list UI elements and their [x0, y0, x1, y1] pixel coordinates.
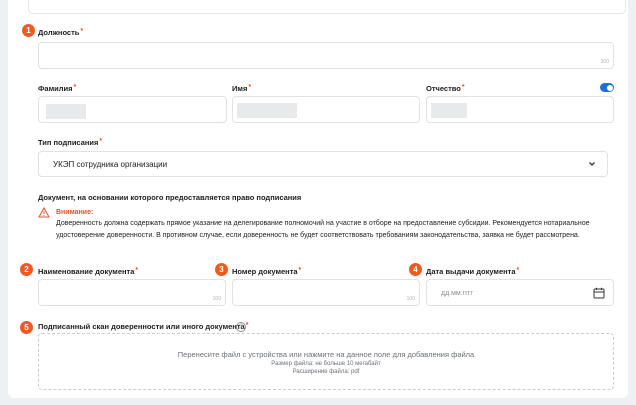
document-number-input[interactable]: 100 [232, 279, 420, 306]
position-label-text: Должность [38, 28, 80, 37]
first-name-input[interactable] [232, 96, 420, 123]
warning-text: Доверенность должна содержать прямое ука… [56, 220, 590, 239]
required-mark: * [248, 84, 252, 91]
required-mark: * [516, 267, 520, 274]
first-name-label: Имя* [232, 84, 251, 93]
step-badge-3: 3 [215, 263, 228, 276]
required-mark: * [73, 84, 77, 91]
required-mark: * [461, 84, 465, 91]
required-mark: * [99, 138, 103, 145]
document-number-char-counter: 100 [406, 296, 415, 302]
patronymic-label-text: Отчество [426, 84, 461, 93]
position-char-counter: 300 [600, 59, 609, 65]
masked-value [431, 103, 467, 118]
issue-date-label-text: Дата выдачи документа [426, 267, 516, 276]
required-mark: * [298, 267, 302, 274]
step-badge-5: 5 [20, 321, 33, 334]
document-name-label-text: Наименование документа [38, 267, 135, 276]
step-badge-1: 1 [22, 24, 35, 37]
position-label: Должность* [38, 28, 83, 37]
issue-date-label: Дата выдачи документа* [426, 267, 519, 276]
upload-label-text: Подписанный скан доверенности или иного … [38, 322, 245, 331]
document-name-input[interactable]: 100 [38, 279, 226, 306]
signature-type-select[interactable]: УКЭП сотрудника организации [38, 151, 608, 177]
signature-type-value: УКЭП сотрудника организации [53, 160, 168, 169]
required-mark: * [80, 28, 84, 35]
step-badge-4: 4 [409, 263, 422, 276]
help-icon[interactable]: ? [236, 322, 246, 332]
masked-value [237, 103, 297, 118]
patronymic-toggle[interactable] [600, 83, 614, 92]
drop-zone-main-text: Перенесите файл с устройства или нажмите… [177, 350, 475, 359]
document-section-title: Документ, на основании которого предоста… [38, 193, 302, 202]
warning-icon [38, 207, 50, 218]
signature-type-label-text: Тип подписания [38, 138, 99, 147]
chevron-down-icon [589, 162, 595, 166]
issue-date-placeholder: дд.мм.гггг [441, 290, 473, 297]
toggle-knob [606, 84, 613, 91]
document-name-char-counter: 100 [212, 296, 221, 302]
drop-zone-ext-text: Расширение файла: pdf [292, 369, 360, 375]
previous-field-bottom [28, 0, 626, 14]
last-name-label: Фамилия* [38, 84, 76, 93]
upload-label: Подписанный скан доверенности или иного … [38, 322, 248, 331]
patronymic-label: Отчество* [426, 84, 465, 93]
masked-value [46, 104, 86, 119]
issue-date-input[interactable]: дд.мм.гггг [426, 279, 614, 306]
document-name-label: Наименование документа* [38, 267, 138, 276]
patronymic-input[interactable] [426, 96, 614, 123]
drop-zone-size-text: Размер файла: не больше 10 мегабайт [271, 361, 381, 367]
warning-title: Внимание: [56, 209, 94, 216]
file-drop-zone[interactable]: Перенесите файл с устройства или нажмите… [38, 333, 614, 390]
signature-type-label: Тип подписания* [38, 138, 102, 147]
step-badge-2: 2 [20, 263, 33, 276]
document-number-label: Номер документа* [232, 267, 301, 276]
last-name-input[interactable] [38, 96, 227, 123]
last-name-label-text: Фамилия [38, 84, 73, 93]
document-number-label-text: Номер документа [232, 267, 298, 276]
calendar-icon[interactable] [593, 287, 605, 299]
required-mark: * [135, 267, 139, 274]
position-input[interactable]: 300 [38, 42, 614, 69]
required-mark: * [245, 322, 249, 329]
first-name-label-text: Имя [232, 84, 248, 93]
